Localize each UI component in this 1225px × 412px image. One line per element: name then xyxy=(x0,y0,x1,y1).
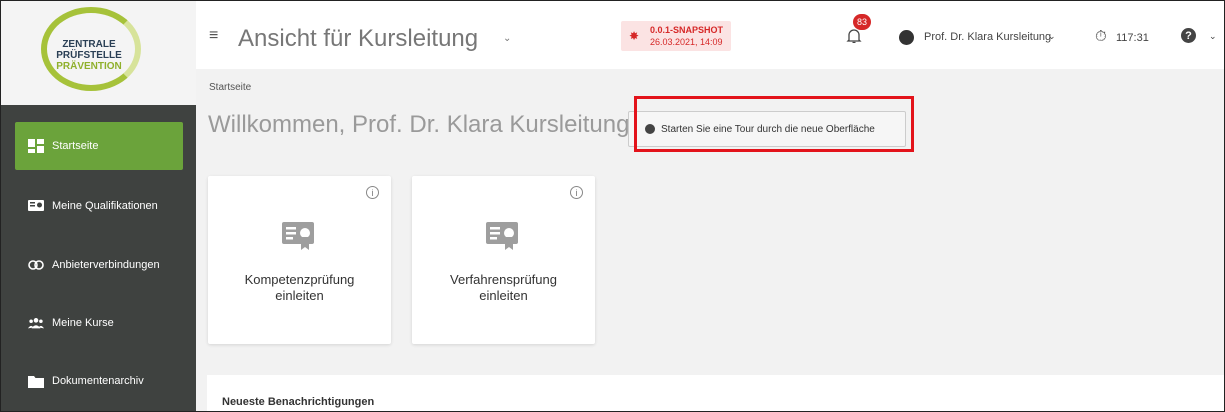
card-title-line2: einleiten xyxy=(275,288,324,303)
dashboard-icon xyxy=(28,139,44,153)
group-icon xyxy=(28,316,44,330)
snapshot-version: 0.0.1-SNAPSHOT xyxy=(650,25,724,35)
certificate-icon xyxy=(282,222,314,250)
session-timer: 117:31 xyxy=(1116,32,1149,44)
info-icon[interactable]: i xyxy=(366,186,379,199)
sidebar-item-label: Startseite xyxy=(52,140,99,152)
snapshot-date: 26.03.2021, 14:09 xyxy=(650,37,723,47)
certificate-icon xyxy=(28,199,44,213)
view-selector[interactable]: Ansicht für Kursleitung xyxy=(238,25,478,53)
bell-icon[interactable] xyxy=(846,29,862,43)
menu-icon[interactable]: ≡ xyxy=(209,27,218,45)
user-icon[interactable] xyxy=(899,30,914,45)
sidebar-item-qualifikationen[interactable]: Meine Qualifikationen xyxy=(15,182,183,230)
card-title-line1: Verfahrensprüfung xyxy=(450,272,557,287)
chevron-down-icon[interactable]: ⌄ xyxy=(1048,31,1056,42)
certificate-icon xyxy=(486,222,518,250)
chevron-down-icon[interactable]: ⌄ xyxy=(503,33,511,44)
folder-icon xyxy=(28,374,44,388)
main-content: Startseite Willkommen, Prof. Dr. Klara K… xyxy=(196,69,1224,411)
logo-line2: PRÜFSTELLE xyxy=(56,50,122,61)
timer-icon: ⏱ xyxy=(1095,28,1107,45)
link-icon xyxy=(28,258,44,272)
sidebar-item-label: Dokumentenarchiv xyxy=(52,375,144,387)
help-icon[interactable]: ? xyxy=(1181,28,1196,43)
notifications-title: Neueste Benachrichtigungen xyxy=(222,396,375,408)
sidebar-item-label: Anbieterverbindungen xyxy=(52,259,160,271)
notification-count-badge: 83 xyxy=(853,14,871,30)
sidebar: ZENTRALE PRÜFSTELLE PRÄVENTION Startseit… xyxy=(1,1,196,411)
logo[interactable]: ZENTRALE PRÜFSTELLE PRÄVENTION xyxy=(1,1,196,105)
user-menu[interactable]: Prof. Dr. Klara Kursleitung xyxy=(924,31,1051,43)
card-title-line1: Kompetenzprüfung xyxy=(244,272,355,287)
info-icon[interactable]: i xyxy=(570,186,583,199)
sidebar-item-label: Meine Qualifikationen xyxy=(52,200,158,212)
app-window: ZENTRALE PRÜFSTELLE PRÄVENTION Startseit… xyxy=(0,0,1225,412)
snapshot-badge: ✸ 0.0.1-SNAPSHOT 26.03.2021, 14:09 xyxy=(621,21,731,51)
breadcrumb[interactable]: Startseite xyxy=(209,82,251,93)
card-kompetenzpruefung[interactable]: i Kompetenzprüfung einleiten xyxy=(208,176,391,344)
sidebar-item-dokumentenarchiv[interactable]: Dokumentenarchiv xyxy=(15,357,183,405)
sidebar-item-startseite[interactable]: Startseite xyxy=(15,122,183,170)
sidebar-item-meine-kurse[interactable]: Meine Kurse xyxy=(15,299,183,347)
top-bar: ≡ Ansicht für Kursleitung ⌄ ✸ 0.0.1-SNAP… xyxy=(196,1,1224,69)
sidebar-item-label: Meine Kurse xyxy=(52,317,114,329)
card-title-line2: einleiten xyxy=(479,288,528,303)
tour-highlight-box xyxy=(634,96,914,152)
bug-icon: ✸ xyxy=(629,29,640,43)
page-title: Willkommen, Prof. Dr. Klara Kursleitung! xyxy=(208,111,637,138)
sidebar-item-anbieterverbindungen[interactable]: Anbieterverbindungen xyxy=(15,241,183,289)
card-verfahrenspruefung[interactable]: i Verfahrensprüfung einleiten xyxy=(412,176,595,344)
logo-line3: PRÄVENTION xyxy=(56,61,122,72)
notifications-panel: Neueste Benachrichtigungen xyxy=(207,375,1224,411)
chevron-down-icon[interactable]: ⌄ xyxy=(1209,31,1217,42)
logo-line1: ZENTRALE xyxy=(62,39,116,50)
